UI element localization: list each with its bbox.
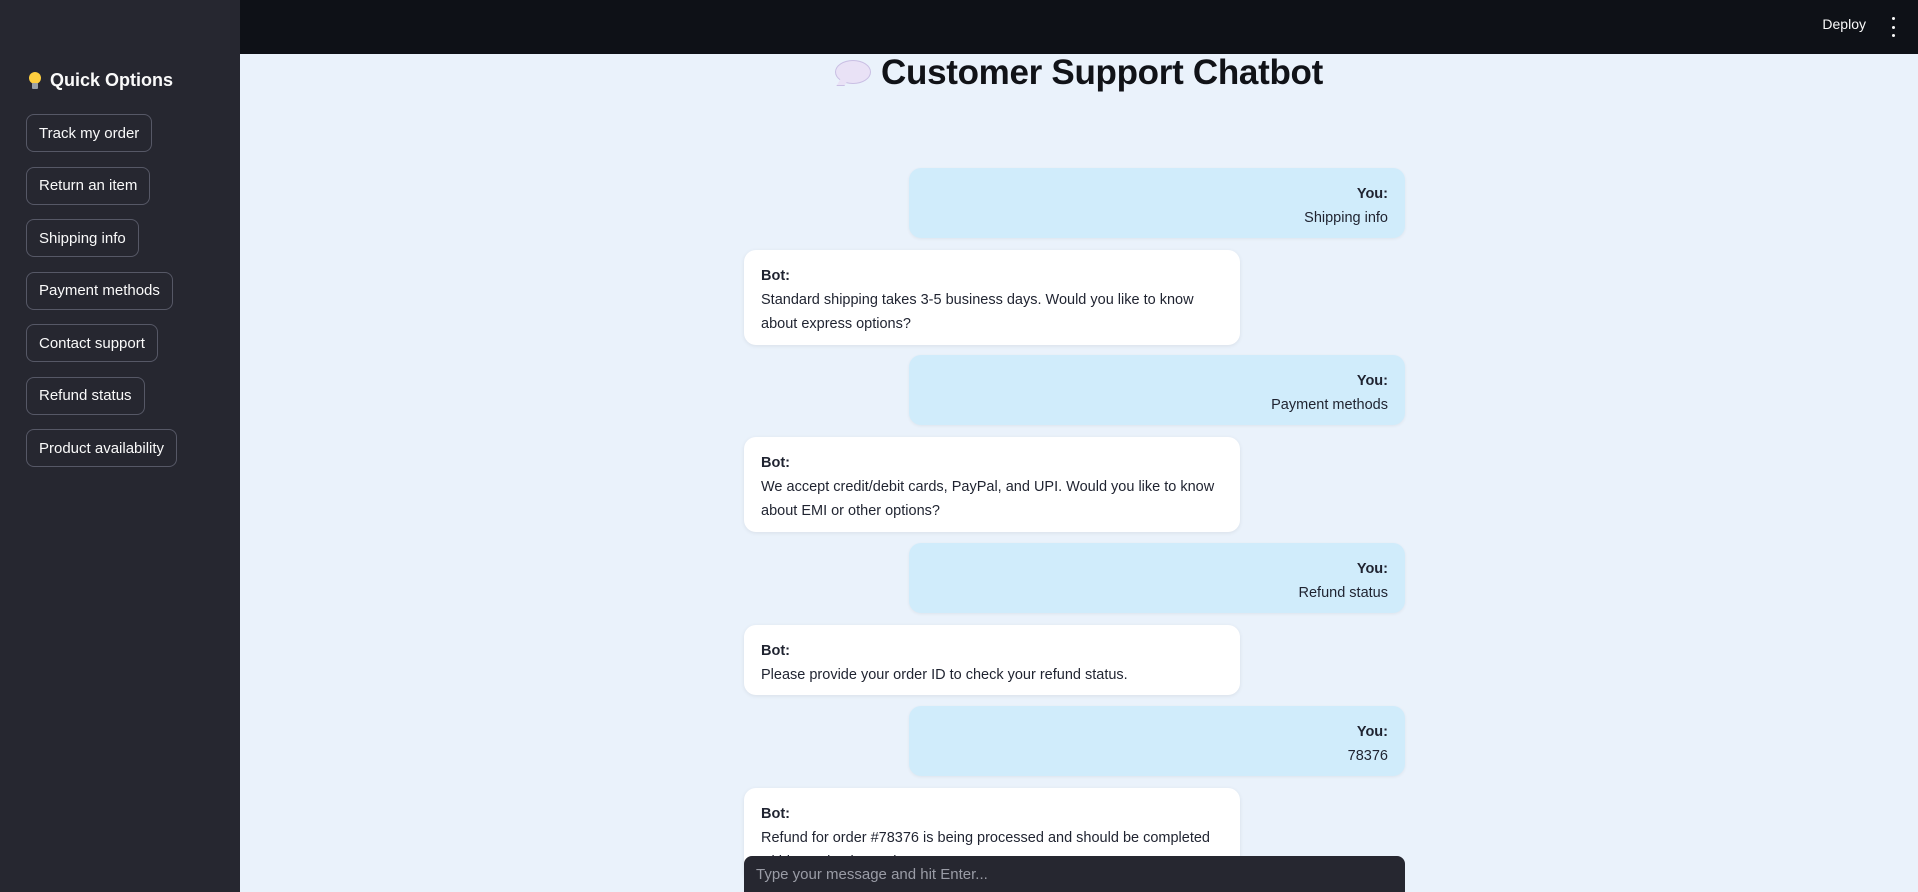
top-header: Deploy (0, 0, 1918, 54)
message-text: Please provide your order ID to check yo… (761, 667, 1128, 683)
message-text: Standard shipping takes 3-5 business day… (761, 292, 1194, 332)
quick-option-shipping-info[interactable]: Shipping info (26, 219, 139, 257)
message-text: Refund status (1298, 585, 1388, 601)
chat-message-user: You: 78376 (909, 706, 1405, 776)
chat-message-bot: Bot: Standard shipping takes 3-5 busines… (744, 250, 1240, 345)
quick-option-return-item[interactable]: Return an item (26, 166, 151, 205)
sidebar-title: Quick Options (28, 70, 173, 91)
message-text: 78376 (1347, 748, 1388, 764)
message-author: Bot: (761, 455, 790, 471)
page-title-row: Customer Support Chatbot (240, 53, 1918, 92)
deploy-button[interactable]: Deploy (1822, 16, 1866, 32)
sidebar: Quick Options Track my order Return an i… (0, 0, 240, 892)
message-text: We accept credit/debit cards, PayPal, an… (761, 479, 1215, 519)
quick-option-payment-methods[interactable]: Payment methods (26, 271, 173, 310)
chat-message-bot: Bot: We accept credit/debit cards, PayPa… (744, 437, 1240, 532)
quick-option-track-order[interactable]: Track my order (26, 114, 153, 152)
page-title: Customer Support Chatbot (881, 53, 1323, 92)
speech-bubble-icon (835, 60, 872, 86)
message-text: Shipping info (1304, 210, 1388, 226)
chat-message-user: You: Refund status (909, 543, 1405, 613)
message-author: You: (1356, 373, 1388, 389)
quick-option-product-availability[interactable]: Product availability (26, 429, 178, 467)
quick-options-list: Track my order Return an item Shipping i… (26, 114, 178, 482)
chat-message-bot: Bot: Please provide your order ID to che… (744, 625, 1240, 695)
message-author: Bot: (761, 643, 790, 659)
message-author: You: (1356, 186, 1388, 202)
message-author: Bot: (761, 268, 790, 284)
message-author: You: (1356, 724, 1388, 740)
message-author: You: (1356, 561, 1388, 577)
main-content: Customer Support Chatbot You: Shipping i… (240, 53, 1918, 892)
kebab-menu-icon[interactable] (1888, 17, 1898, 37)
message-author: Bot: (761, 806, 790, 822)
quick-option-contact-support[interactable]: Contact support (26, 324, 158, 362)
quick-option-refund-status[interactable]: Refund status (26, 376, 145, 415)
chat-message-user: You: Shipping info (909, 168, 1405, 238)
message-text: Payment methods (1271, 397, 1388, 413)
lightbulb-icon (28, 71, 42, 90)
chat-input[interactable] (744, 856, 1405, 892)
chat-input-container (744, 856, 1405, 892)
sidebar-title-label: Quick Options (50, 70, 174, 90)
chat-message-user: You: Payment methods (909, 355, 1405, 425)
